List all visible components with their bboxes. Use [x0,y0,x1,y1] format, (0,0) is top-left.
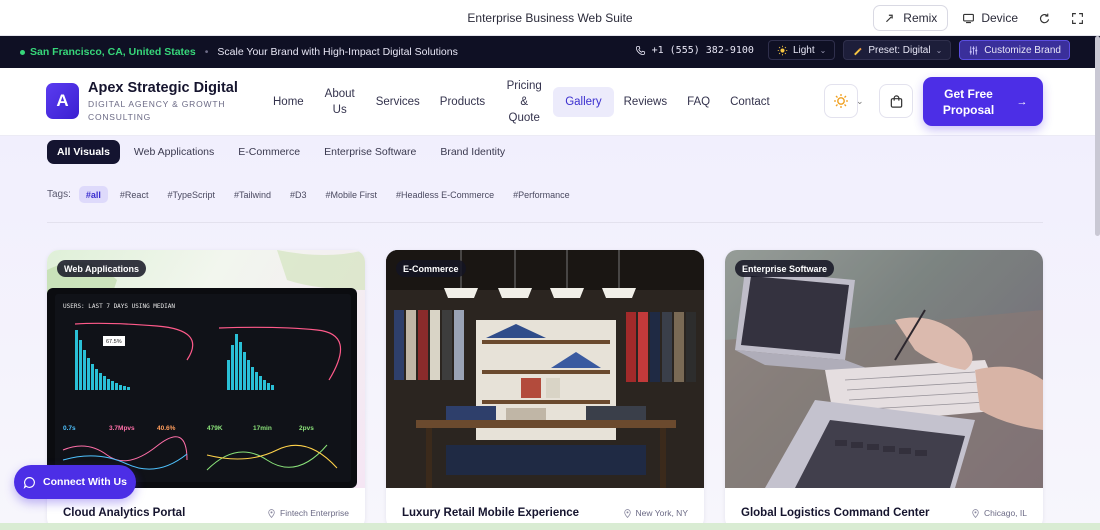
metric-value: 3.7Mpvs [109,425,135,432]
brand-logo[interactable]: A [46,83,79,119]
card-location: New York, NY [623,508,688,518]
metric-value: 479K [207,425,223,432]
customize-brand-button[interactable]: Customize Brand [959,40,1070,60]
nav-menu: Home About Us Services Products Pricing … [263,68,780,136]
card-image-logistics [725,250,1043,488]
card-location: Chicago, IL [971,508,1027,518]
gallery-card[interactable]: Enterprise Software Global Logistics Com… [725,250,1043,530]
phone-icon [635,45,645,55]
nav-item-services[interactable]: Services [366,94,430,110]
tag-chip[interactable]: #Mobile First [319,186,385,203]
tag-chip[interactable]: #Performance [506,186,577,203]
tag-filters: Tags: #all #React #TypeScript #Tailwind … [47,186,577,203]
tag-chip[interactable]: #React [113,186,156,203]
tag-chip[interactable]: #Headless E-Commerce [389,186,501,203]
shopping-bag-icon [890,94,902,108]
metric-value: 17min [253,425,272,432]
announcement-message: Scale Your Brand with High-Impact Digita… [217,46,458,58]
scrollbar[interactable] [1095,36,1100,236]
remix-icon [886,14,894,22]
nav-item-faq[interactable]: FAQ [677,94,720,110]
category-badge: Enterprise Software [735,260,835,277]
tag-chip[interactable]: #TypeScript [160,186,222,203]
sliders-icon [970,45,978,55]
card-image-analytics: USERS: LAST 7 DAYS USING MEDIAN 67.5% 0.… [47,250,365,488]
tag-chip[interactable]: #D3 [283,186,314,203]
filter-brand-identity[interactable]: Brand Identity [430,140,515,164]
phone-link[interactable]: +1 (555) 382-9100 [635,45,754,56]
laptop-desk-illustration [725,250,1043,488]
chevron-down-icon: ⌄ [819,45,827,55]
card-image-retail [386,250,704,488]
metric-value: 40.6% [157,425,176,432]
category-badge: Web Applications [57,260,147,277]
divider [47,222,1043,223]
brand-tagline: DIGITAL AGENCY & GROWTH CONSULTING [88,99,226,122]
theme-select[interactable]: Light ⌄ [767,40,836,60]
chevron-down-icon[interactable]: ⌄ [856,96,864,107]
nav-item-about[interactable]: About Us [314,86,366,118]
device-icon [963,13,975,23]
tags-label: Tags: [47,189,71,200]
nav-item-home[interactable]: Home [263,94,314,110]
get-free-proposal-button[interactable]: Get Free Proposal → [923,77,1043,126]
card-location: Fintech Enterprise [267,508,349,518]
nav-item-contact[interactable]: Contact [720,94,780,110]
remix-button[interactable]: Remix [873,5,949,31]
retail-store-illustration [386,250,704,488]
bottom-edge [0,523,1100,530]
dashboard-illustration: USERS: LAST 7 DAYS USING MEDIAN 67.5% 0.… [47,250,365,488]
nav-item-reviews[interactable]: Reviews [614,94,677,110]
filter-all-visuals[interactable]: All Visuals [47,140,120,164]
device-button[interactable]: Device [956,5,1024,31]
fullscreen-icon [1072,12,1083,24]
sun-icon [834,94,848,108]
dashboard-header: USERS: LAST 7 DAYS USING MEDIAN [63,303,175,310]
nav-item-pricing[interactable]: Pricing & Quote [495,78,553,126]
main-navigation: A Apex Strategic Digital DIGITAL AGENCY … [0,68,1100,136]
category-badge: E-Commerce [396,260,466,277]
gallery-filters: All Visuals Web Applications E-Commerce … [47,140,515,164]
nav-item-gallery[interactable]: Gallery [553,87,614,117]
announcement-bar: San Francisco, CA, United States • Scale… [0,36,1100,68]
nav-item-products[interactable]: Products [430,94,495,110]
connect-with-us-button[interactable]: Connect With Us [14,465,136,499]
preset-select[interactable]: Preset: Digital ⌄ [843,40,952,60]
theme-toggle-button[interactable] [824,84,858,118]
card-title[interactable]: Global Logistics Command Center [741,507,930,519]
fullscreen-button[interactable] [1065,5,1090,31]
palette-icon [854,47,862,55]
gallery-section: All Visuals Web Applications E-Commerce … [0,136,1100,530]
browser-toolbar: Enterprise Business Web Suite Remix Devi… [0,0,1100,36]
arrow-right-icon: → [1016,95,1028,108]
filter-enterprise-software[interactable]: Enterprise Software [314,140,426,164]
sun-icon [777,45,788,55]
card-title[interactable]: Luxury Retail Mobile Experience [402,507,579,519]
tag-chip[interactable]: #Tailwind [227,186,278,203]
location-label: San Francisco, CA, United States [20,46,196,58]
status-dot-icon [20,49,25,55]
metric-value: 0.7s [63,425,76,432]
gallery-card[interactable]: E-Commerce Luxury Retail Mobile Experien… [386,250,704,530]
tag-chip[interactable]: #all [78,186,108,203]
filter-e-commerce[interactable]: E-Commerce [228,140,310,164]
chart-callout: 67.5% [106,339,122,345]
cart-button[interactable] [879,84,913,118]
chat-bubble-icon [23,476,35,489]
refresh-button[interactable] [1032,5,1057,31]
map-pin-icon [972,508,979,518]
filter-web-applications[interactable]: Web Applications [124,140,224,164]
map-pin-icon [623,508,631,518]
brand-block[interactable]: Apex Strategic Digital DIGITAL AGENCY & … [88,80,238,124]
brand-name: Apex Strategic Digital [88,80,238,96]
chevron-down-icon: ⌄ [935,45,943,55]
card-title[interactable]: Cloud Analytics Portal [63,507,185,519]
map-pin-icon [268,508,275,518]
refresh-icon [1039,13,1050,23]
metric-value: 2pvs [299,425,314,432]
